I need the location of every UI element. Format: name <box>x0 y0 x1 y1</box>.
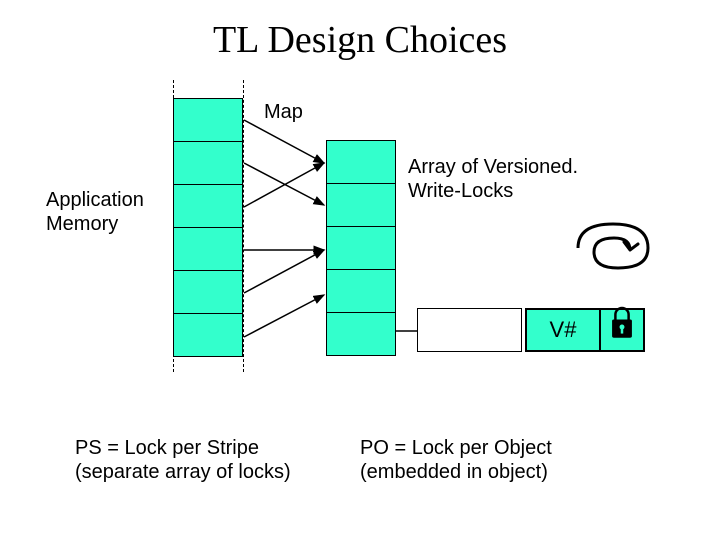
lock-cell <box>326 312 396 356</box>
lock-cell <box>326 226 396 270</box>
spiral-arrow-icon <box>568 218 658 278</box>
memory-cell <box>173 270 243 314</box>
appmem-line1: Application <box>46 189 144 211</box>
appmem-line2: Memory <box>46 213 118 235</box>
page-title: TL Design Choices <box>0 18 720 62</box>
callout-box <box>417 308 522 352</box>
ps-line1: PS = Lock per Stripe <box>75 437 259 459</box>
application-memory-label: Application Memory <box>46 188 156 236</box>
lock-array-column <box>326 140 396 356</box>
lock-icon-cell <box>601 310 643 350</box>
map-arrows <box>242 95 328 365</box>
po-line1: PO = Lock per Object <box>360 437 552 459</box>
memory-cell <box>173 141 243 185</box>
memory-cell <box>173 184 243 228</box>
version-number-cell: V# <box>527 310 601 350</box>
array-line1: Array of Versioned. <box>408 156 578 178</box>
memory-cell <box>173 313 243 357</box>
vhash-text: V# <box>550 317 577 343</box>
po-line2: (embedded in object) <box>360 461 548 483</box>
application-memory-column <box>173 98 243 357</box>
memory-cell <box>173 227 243 271</box>
dashed-guide-right <box>243 80 244 372</box>
ps-label: PS = Lock per Stripe (separate array of … <box>75 436 305 484</box>
memory-cell <box>173 98 243 142</box>
lock-icon <box>607 303 637 341</box>
ps-line2: (separate array of locks) <box>75 461 291 483</box>
map-label: Map <box>264 100 303 124</box>
version-lock-box: V# <box>525 308 645 352</box>
po-label: PO = Lock per Object (embedded in object… <box>360 436 600 484</box>
array-label: Array of Versioned. Write-Locks <box>408 155 618 203</box>
lock-cell <box>326 140 396 184</box>
array-line2: Write-Locks <box>408 180 513 202</box>
lock-cell <box>326 183 396 227</box>
lock-cell <box>326 269 396 313</box>
